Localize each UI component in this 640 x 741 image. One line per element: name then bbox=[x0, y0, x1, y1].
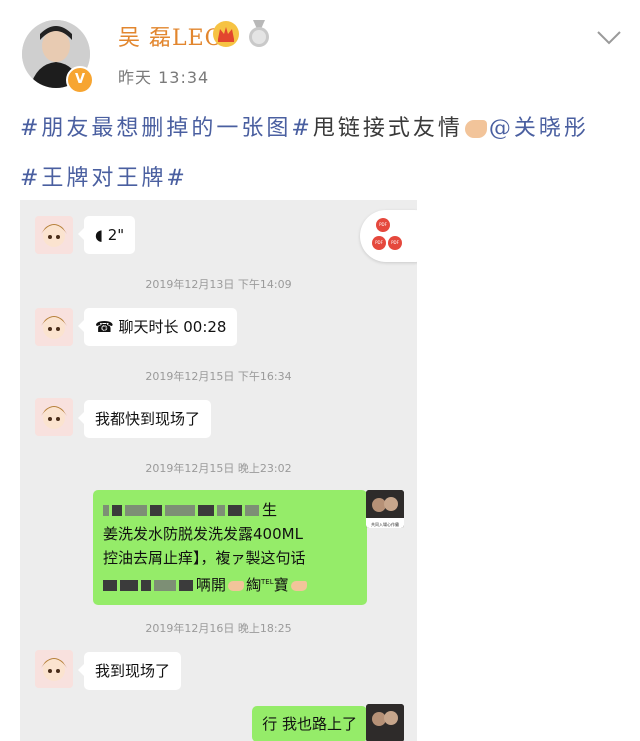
friend-avatar bbox=[35, 650, 73, 688]
pdf-icon: PDF bbox=[388, 236, 402, 250]
chat-timestamp: 2019年12月13日 下午14:09 bbox=[145, 278, 292, 291]
chat-timestamp: 2019年12月15日 晚上23:02 bbox=[145, 462, 292, 475]
pointing-hand-icon bbox=[464, 120, 487, 138]
text-message-bubble[interactable]: 我都快到现场了 bbox=[77, 400, 212, 438]
voice-icon: ◖ bbox=[95, 226, 103, 244]
friend-avatar bbox=[35, 398, 73, 436]
friend-avatar bbox=[35, 308, 73, 346]
post-body-text: 甩链接式友情 bbox=[312, 116, 463, 141]
call-duration: 聊天时长 00:28 bbox=[118, 318, 227, 336]
message-line: 控油去屑止痒】，複ァ製这句话 bbox=[103, 549, 306, 567]
pdf-icon: PDF bbox=[372, 236, 386, 250]
medal-icon bbox=[249, 20, 269, 47]
call-record-bubble[interactable]: ☎ 聊天时长 00:28 bbox=[77, 308, 238, 346]
avatar-caption: 共同入場心作攤 bbox=[371, 522, 399, 527]
chat-timestamp: 2019年12月15日 下午16:34 bbox=[145, 370, 292, 383]
username[interactable]: 吴 磊LEO bbox=[118, 20, 224, 52]
pdf-floating-widget: PDF PDF PDF bbox=[360, 210, 417, 262]
friend-avatar bbox=[35, 216, 73, 254]
pdf-icon: PDF bbox=[376, 218, 390, 232]
pointing-hand-icon bbox=[290, 580, 307, 591]
chevron-down-icon[interactable] bbox=[596, 30, 622, 46]
green-link-message-bubble[interactable]: 生 姜洗发水防脱发洗发露400ML 控油去屑止痒】，複ァ製这句话 唡開 綯TEL寶 bbox=[93, 490, 373, 605]
text-message-bubble[interactable]: 我到现场了 bbox=[77, 652, 182, 690]
message-line: 唡開 綯TEL寶 bbox=[103, 570, 357, 597]
verified-badge: V bbox=[66, 66, 94, 94]
hashtag-link[interactable]: #王牌对王牌# bbox=[20, 166, 188, 191]
my-avatar bbox=[366, 704, 404, 741]
post-header: V 吴 磊LEO 昨天 13:34 bbox=[0, 0, 640, 100]
post-text: #朋友最想删掉的一张图#甩链接式友情 @关晓彤 #王牌对王牌# bbox=[20, 104, 620, 204]
phone-icon: ☎ bbox=[95, 318, 114, 336]
green-text-message-bubble[interactable]: 行 我也路上了 bbox=[252, 706, 373, 741]
chat-timestamp: 2019年12月16日 晚上18:25 bbox=[145, 622, 292, 635]
hashtag-link[interactable]: #朋友最想删掉的一张图# bbox=[20, 116, 313, 141]
chat-screenshot-image[interactable]: PDF PDF PDF ◖ 2" 2019年12月13日 下午14:09 ☎ 聊… bbox=[20, 200, 417, 741]
voice-message-bubble[interactable]: ◖ 2" bbox=[77, 216, 136, 254]
crown-icon bbox=[213, 21, 239, 47]
post-time: 昨天 13:34 bbox=[118, 68, 210, 87]
message-line: 姜洗发水防脱发洗发露400ML bbox=[103, 525, 303, 543]
voice-duration: 2" bbox=[107, 226, 125, 244]
message-line: 生 bbox=[103, 498, 357, 522]
pointing-hand-icon bbox=[228, 580, 245, 591]
mention-link[interactable]: @关晓彤 bbox=[489, 116, 589, 141]
